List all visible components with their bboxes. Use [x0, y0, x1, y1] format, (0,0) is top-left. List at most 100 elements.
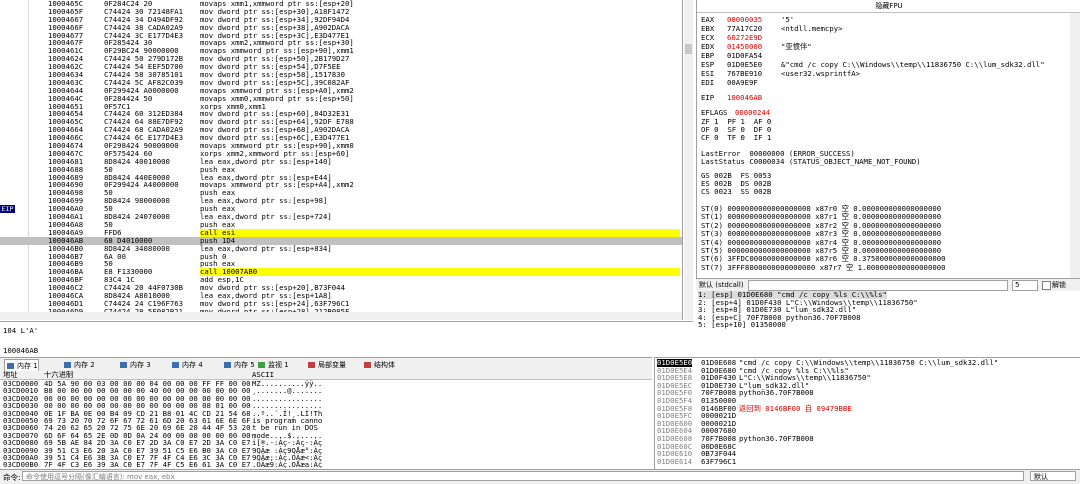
disasm-row[interactable]: 100046AB 68 D4010000 push 1D4 — [0, 236, 682, 245]
dump-address: 03CD00B0 — [3, 460, 39, 468]
disasm-bytes: 0F298424 90000000 — [104, 142, 179, 150]
disasm-row[interactable]: 1000462C C74424 54 EEF5D700 mov dword ptr … — [0, 63, 682, 71]
disasm-address: 10004698 — [48, 189, 84, 198]
disasm-row[interactable]: 10004699 8D8424 98000000 lea eax,dword ptr… — [0, 197, 682, 205]
disasm-instruction: mov dword ptr ss:[esp+50],2B179D27 — [200, 55, 350, 64]
disasm-instruction: lea eax,dword ptr ss:[esp+98] — [200, 197, 328, 206]
scrollbar-thumb[interactable] — [685, 44, 692, 54]
disasm-address: 100046A0 — [48, 205, 84, 214]
dump-col-ascii[interactable]: ASCII — [252, 371, 274, 379]
disasm-row[interactable]: 10004654 C74424 60 312ED384 mov dword ptr … — [0, 110, 682, 118]
disasm-row[interactable]: 100046A9 FFD6 call esi — [0, 228, 682, 237]
disasm-row[interactable]: 1000467F 0F285424 30 movaps xmm2,xmmword p… — [0, 39, 682, 47]
dump-col-address[interactable]: 地址 — [3, 371, 18, 379]
disasm-row[interactable]: 100046BF 83C4 1C add esp,1C — [0, 276, 682, 284]
default-select[interactable]: 默认 — [1030, 471, 1076, 481]
disasm-address: 100046B9 — [48, 260, 84, 269]
disasm-bytes: C74424 6C E177D4E3 — [104, 134, 184, 143]
disasm-address: 10004677 — [48, 31, 84, 40]
call-args-list[interactable]: 1: [esp] 01D0E680 "cmd /c copy %ls C:\\%… — [696, 291, 1080, 355]
disassembly-horizontal-scrollbar[interactable] — [0, 312, 682, 320]
disasm-bytes: 6A 00 — [104, 252, 126, 261]
register-comment: &"cmd /c copy C:\\Windows\\temp\\1183675… — [781, 60, 1045, 69]
disasm-row[interactable]: 10004651 0F57C1 xorps xmm0,xmm1 — [0, 103, 682, 111]
tab-locals[interactable]: 局部变量 — [306, 359, 346, 371]
eflags-value: 00000244 — [735, 108, 771, 117]
disasm-row[interactable]: 100046B9 50 push eax — [0, 260, 682, 268]
disasm-bytes: C74424 60 312ED384 — [104, 110, 184, 119]
disasm-instruction: call esi — [200, 228, 680, 237]
disasm-row[interactable]: 10004674 0F298424 90000000 movaps xmmword … — [0, 142, 682, 150]
disasm-row[interactable]: 1000464C 0F284424 50 movaps xmm0,xmmword p… — [0, 95, 682, 103]
disasm-row[interactable]: 100046A0 50 push eax — [0, 205, 682, 213]
registers-scrollbar[interactable] — [1070, 13, 1080, 278]
hide-fpu-button[interactable]: 隐藏FPU — [697, 0, 1080, 13]
register-name: ECX — [701, 33, 715, 42]
register-value: 767BE910 — [727, 69, 763, 78]
tab-memory-2[interactable]: 内存 2 — [62, 359, 95, 371]
disasm-address: 1000463C — [48, 78, 84, 87]
dump-tabs: 内存 1 内存 2 内存 3 内存 4 内存 5 监视 1 局部变量 结构体 — [0, 357, 652, 372]
command-input[interactable]: 命令使用逗号分隔(像汇编语言): mov eax, ebx — [22, 471, 1024, 481]
disasm-bytes: C74424 5C AF82C039 — [104, 78, 184, 87]
memory-icon — [364, 362, 371, 368]
dump-col-hex[interactable]: 十六进制 — [44, 371, 73, 379]
disasm-row[interactable]: 10004664 C74424 68 CADA02A9 mov dword ptr … — [0, 126, 682, 134]
tab-memory-3[interactable]: 内存 3 — [118, 359, 151, 371]
register-value: 77A17C20 — [727, 24, 763, 33]
arg-count-spinner[interactable]: 5 — [1012, 280, 1038, 291]
disasm-row[interactable]: 10004677 C74424 3C E177D4E3 mov dword ptr … — [0, 32, 682, 40]
disasm-row[interactable]: 10004698 50 push eax — [0, 189, 682, 197]
registers-panel[interactable]: 隐藏FPU EAX 00000035 '5' EBX 77A17C20 <ntdll.me… — [696, 0, 1080, 288]
disasm-bytes: C74424 24 C196F763 — [104, 299, 184, 308]
disasm-row[interactable]: 10004689 8D8424 440E0000 lea eax,dword ptr… — [0, 174, 682, 182]
stack-comment: python36.70F7B008 — [739, 388, 814, 398]
disasm-row[interactable]: 1000463C C74424 5C AF82C039 mov dword ptr … — [0, 79, 682, 87]
disasm-row[interactable]: 100046A1 8D8424 24070000 lea eax,dword ptr… — [0, 213, 682, 221]
disasm-address: 10004690 — [48, 181, 84, 190]
disasm-row[interactable]: 10004681 8D8424 40010000 lea eax,dword ptr… — [0, 158, 682, 166]
disasm-row[interactable]: 10004634 C74424 58 30785101 mov dword ptr … — [0, 71, 682, 79]
disasm-address: 100046A1 — [48, 213, 84, 221]
tab-struct[interactable]: 结构体 — [362, 359, 395, 371]
disasm-row[interactable]: 10004624 C74424 50 279D172B mov dword ptr … — [0, 55, 682, 63]
unlock-checkbox[interactable] — [1042, 281, 1051, 290]
disasm-row[interactable]: 1000465C 0F284C24 20 movaps xmm1,xmmword p… — [0, 0, 682, 8]
disassembly-view[interactable]: 1000465C 0F284C24 20 movaps xmm1,xmmword p… — [0, 0, 683, 320]
fpu-register: ST(7) 3FFF8000000000000000 x87r7 空 1.000… — [701, 262, 946, 272]
disasm-row[interactable]: 10004688 50 push eax — [0, 166, 682, 174]
disasm-row[interactable]: 10004644 0F299424 A0000000 movaps xmmword … — [0, 87, 682, 95]
disasm-row[interactable]: 100046D1 C74424 24 C196F763 mov dword ptr … — [0, 300, 682, 308]
call-arg[interactable]: 5: [esp+10] 01350000 — [698, 321, 786, 329]
disasm-instruction: push eax — [200, 165, 236, 174]
disasm-row[interactable]: 100046B0 8D8424 34080000 lea eax,dword ptr… — [0, 245, 682, 253]
disasm-row[interactable]: 1000466C C74424 6C E177D4E3 mov dword ptr … — [0, 134, 682, 142]
disasm-row[interactable]: 100046C2 C74424 20 44F0730B mov dword ptr … — [0, 284, 682, 292]
stack-view[interactable]: 01D0E5E0 01D0E608 "cmd /c copy C:\\Windows… — [654, 357, 1080, 469]
dump-row[interactable]: 03CD00B0 7F 4F C3 E6 39 3A C0 E7 7F 4F C5… — [0, 461, 652, 468]
disasm-row[interactable]: 1000465F C74424 30 72148FA1 mov dword ptr … — [0, 8, 682, 16]
disasm-row[interactable]: 10004690 0F299424 A4000000 movaps xmmword … — [0, 181, 682, 189]
disasm-row[interactable]: 10004667 C74424 34 D494DF92 mov dword ptr … — [0, 16, 682, 24]
disasm-row[interactable]: 1000461C 0F29BC24 90000000 movaps xmmword … — [0, 47, 682, 55]
disasm-instruction: push 1D4 — [200, 236, 236, 245]
disasm-row[interactable]: 100046B7 6A 00 push 0 — [0, 253, 682, 261]
disasm-row[interactable]: 100046BA E8 F1330000 call 10007AB0 — [0, 268, 682, 277]
eip-marker: EIP — [0, 205, 15, 213]
disassembly-vertical-scrollbar[interactable] — [684, 0, 693, 320]
disasm-instruction: mov dword ptr ss:[esp+24],63F796C1 — [200, 299, 350, 308]
disasm-instruction: mov dword ptr ss:[esp+30],A18F1472 — [200, 7, 350, 16]
disasm-instruction: mov dword ptr ss:[esp+38],A902DACA — [200, 23, 350, 32]
disasm-address: 1000466C — [48, 134, 84, 143]
disasm-row[interactable]: 100046CA 8D8424 A8010000 lea eax,dword ptr… — [0, 292, 682, 300]
memory-dump-view[interactable]: 地址 十六进制 ASCII 03CD0000 4D 5A 90 00 03 00 … — [0, 371, 652, 468]
tab-memory-4[interactable]: 内存 4 — [170, 359, 203, 371]
stack-row[interactable]: 01D0E614 63F796C1 — [655, 458, 1080, 466]
disasm-bytes: C74424 54 EEF5D700 — [104, 63, 184, 72]
tab-memory-5[interactable]: 内存 5 — [222, 359, 255, 371]
tab-watch-1[interactable]: 监视 1 — [256, 359, 289, 371]
disasm-row[interactable]: 1000465C C74424 64 88E7DF92 mov dword ptr … — [0, 118, 682, 126]
disasm-row[interactable]: 1000466F C74424 38 CADA02A9 mov dword ptr … — [0, 24, 682, 32]
disasm-row[interactable]: 100046A8 50 push eax — [0, 221, 682, 229]
disasm-row[interactable]: 1000467C 0F575424 60 xorps xmm2,xmmword pt… — [0, 150, 682, 158]
